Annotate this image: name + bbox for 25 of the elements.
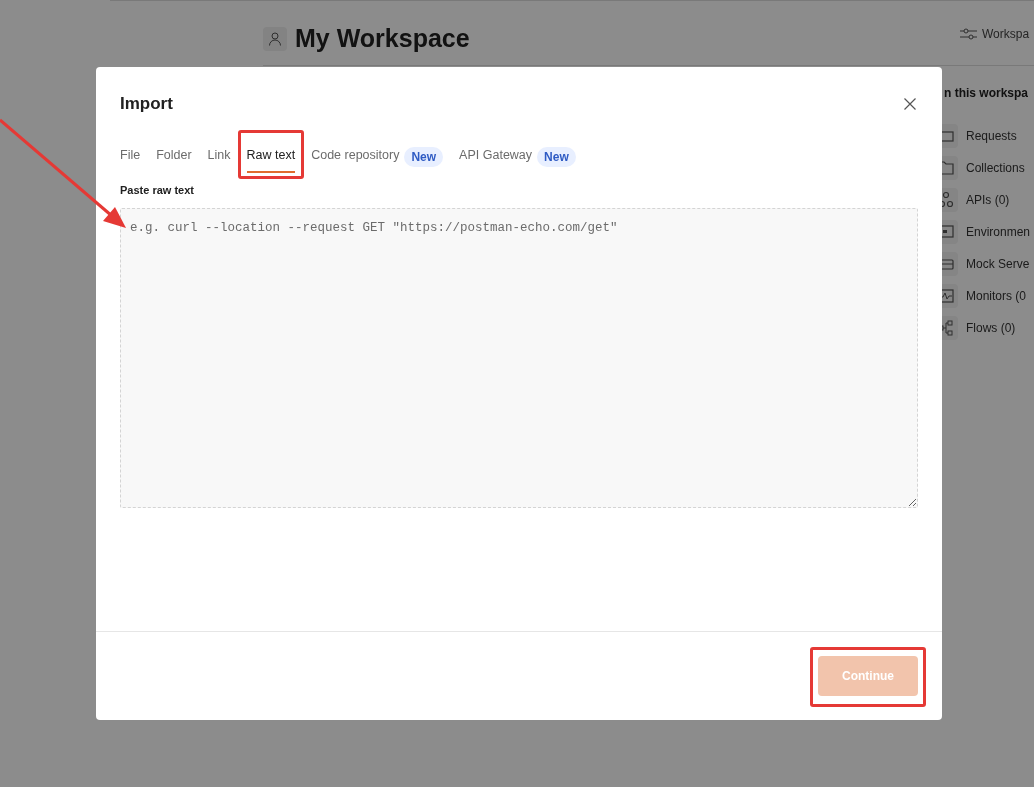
close-icon[interactable]	[904, 97, 916, 110]
sidebar-item[interactable]: Collections	[966, 159, 1025, 177]
sidebar-item[interactable]: APIs (0)	[966, 191, 1010, 209]
raw-text-field[interactable]: e.g. curl --location --request GET "https://postman-echo.com/get"	[120, 208, 918, 508]
tab[interactable]: Folder	[156, 140, 192, 173]
tab[interactable]: Code repository	[311, 140, 400, 173]
highlight-box	[237, 130, 305, 179]
tab[interactable]: Link	[207, 140, 231, 173]
new-badge: New	[537, 146, 576, 167]
tab[interactable]: File	[120, 140, 141, 173]
field-label: Paste raw text	[119, 182, 195, 198]
dialog-title: Import	[120, 93, 173, 115]
new-badge: New	[404, 146, 444, 167]
sidebar-item[interactable]: Monitors (0	[966, 287, 1027, 305]
sidebar-item[interactable]: Environmen	[966, 223, 1031, 241]
workspace-settings-button[interactable]: Workspa	[960, 25, 1030, 43]
tab[interactable]: Raw text	[246, 140, 296, 173]
sidebar-item[interactable]: Requests	[966, 127, 1017, 145]
workspace-title: My Workspace	[295, 23, 470, 54]
sidebar-item[interactable]: Flows (0)	[966, 319, 1016, 337]
sliders-icon	[960, 27, 977, 41]
panel-title: n this workspa	[944, 85, 1029, 102]
tab[interactable]: API Gateway	[459, 140, 533, 173]
user-icon	[263, 26, 287, 51]
sidebar-item[interactable]: Mock Serve	[966, 255, 1030, 273]
